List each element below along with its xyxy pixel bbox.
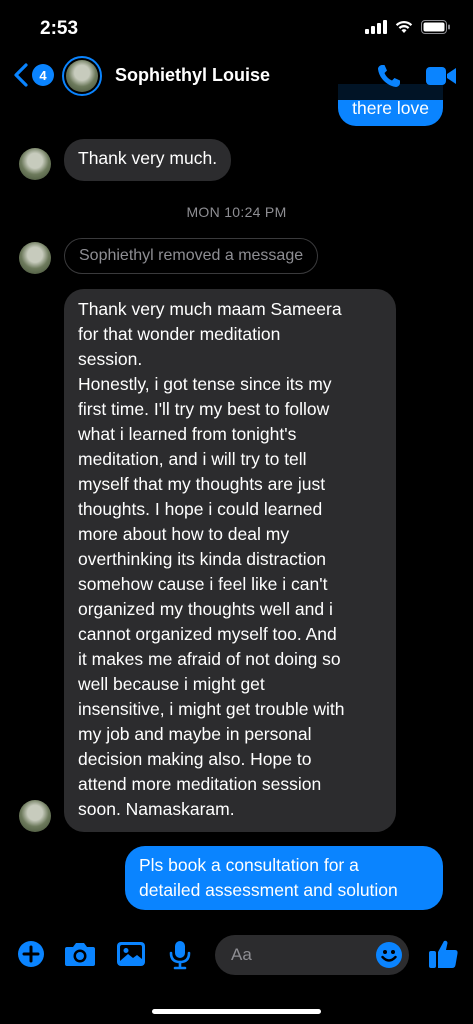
message-bubble-incoming-long[interactable]: Thank very much maam Sameera for that won… [64, 289, 396, 832]
message-input-container [215, 935, 409, 975]
conversation-header: 4 Sophiethyl Louise [0, 52, 473, 100]
back-button[interactable]: 4 [12, 62, 54, 88]
status-time: 2:53 [40, 18, 79, 39]
message-composer [0, 926, 473, 986]
message-text: Thank very much maam Sameera for that won… [78, 297, 382, 822]
contact-avatar[interactable] [62, 56, 102, 96]
sender-avatar[interactable] [19, 148, 51, 180]
sender-avatar[interactable] [19, 800, 51, 832]
message-line: more about how to deal my [78, 524, 290, 544]
sender-avatar[interactable] [19, 242, 51, 274]
message-text: Pls book a consultation for a detailed as… [139, 853, 429, 903]
message-text: Thank very much. [78, 148, 218, 168]
message-line: meditation, and i will try to tell [78, 449, 307, 469]
home-indicator [152, 1009, 321, 1014]
message-line: detailed assessment and solution [139, 880, 398, 900]
removed-message-notice: Sophiethyl removed a message [64, 238, 319, 274]
plus-icon[interactable] [17, 940, 45, 968]
unread-count-badge: 4 [32, 64, 54, 86]
message-line: for that wonder meditation [78, 324, 281, 344]
message-line: insensitive, i might get trouble with [78, 699, 345, 719]
contact-name[interactable]: Sophiethyl Louise [115, 65, 270, 86]
status-icons [365, 20, 451, 34]
message-text: there love [352, 98, 429, 118]
microphone-icon[interactable] [168, 940, 192, 970]
video-icon[interactable] [425, 64, 457, 88]
battery-icon [421, 20, 450, 34]
phone-icon[interactable] [375, 62, 403, 90]
thumbs-up-icon[interactable] [427, 938, 459, 970]
message-input[interactable] [231, 943, 371, 967]
message-line: first time. I'll try my best to follow [78, 399, 330, 419]
message-line: overthinking its kinda distraction [78, 549, 327, 569]
message-line: organized my thoughts well and i [78, 599, 333, 619]
message-line: session. [78, 349, 143, 369]
signal-icon [365, 20, 387, 34]
message-line: Honestly, i got tense since its my [78, 374, 332, 394]
message-line: decision making also. Hope to [78, 749, 312, 769]
message-line: it makes me afraid of not doing so [78, 649, 341, 669]
message-line: Pls book a consultation for a [139, 855, 359, 875]
message-line: attend more meditation session [78, 774, 322, 794]
message-line: soon. Namaskaram. [78, 799, 235, 819]
status-bar: 2:53 [0, 0, 473, 52]
message-line: what i learned from tonight's [78, 424, 297, 444]
header-actions [375, 62, 457, 90]
gallery-icon[interactable] [116, 941, 146, 967]
message-timestamp: MON 10:24 PM [186, 204, 287, 220]
message-bubble-incoming[interactable]: Thank very much. [64, 139, 232, 181]
message-line: well because i might get [78, 674, 265, 694]
message-bubble-outgoing[interactable]: Pls book a consultation for a detailed as… [125, 846, 443, 910]
emoji-icon[interactable] [375, 941, 403, 969]
back-chevron-icon [14, 63, 28, 87]
camera-icon[interactable] [64, 941, 96, 967]
message-line: myself that my thoughts are just [78, 474, 326, 494]
message-line: cannot organized myself too. And [78, 624, 337, 644]
message-line: Thank very much maam Sameera [78, 299, 342, 319]
message-line: thoughts. I hope i could learned [78, 499, 323, 519]
message-line: somehow cause i feel like i can't [78, 574, 328, 594]
wifi-icon [395, 20, 413, 33]
message-line: my job and maybe in personal [78, 724, 312, 744]
